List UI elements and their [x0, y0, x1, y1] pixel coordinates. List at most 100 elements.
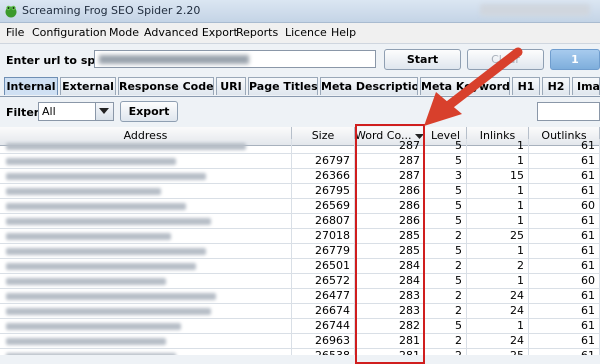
- level-cell: 2: [425, 229, 467, 243]
- table-row[interactable]: 2653828122561: [0, 349, 600, 355]
- tab-uri[interactable]: URI: [216, 77, 246, 95]
- blurred-address-text: [6, 188, 161, 195]
- tab-bar: Internal External Response Codes URI Pag…: [0, 76, 600, 97]
- url-toolbar: Enter url to spider: Start Clear 1: [0, 44, 600, 74]
- menu-file[interactable]: File: [6, 26, 24, 39]
- outlinks-cell: 61: [529, 319, 600, 333]
- size-cell: [292, 139, 355, 153]
- table-row[interactable]: 27018 285 2 25 61: [0, 229, 600, 244]
- size-cell: 26795: [292, 184, 355, 198]
- words-cell: 285: [355, 244, 425, 258]
- tab-images[interactable]: Images: [572, 77, 600, 95]
- words-cell: 282: [355, 319, 425, 333]
- words-cell: 283: [355, 304, 425, 318]
- tab-meta-description[interactable]: Meta Description: [320, 77, 418, 95]
- outlinks-cell: 61: [529, 214, 600, 228]
- search-input[interactable]: [537, 102, 600, 121]
- blurred-url-text: [99, 55, 249, 64]
- table-row[interactable]: 26963 281 2 24 61: [0, 334, 600, 349]
- inlinks-cell: 1: [467, 184, 529, 198]
- export-button[interactable]: Export: [120, 101, 178, 122]
- address-cell: [0, 319, 292, 333]
- inlinks-cell: 25: [467, 349, 529, 355]
- tab-meta-keywords[interactable]: Meta Keywords: [420, 77, 510, 95]
- words-cell: 281: [355, 334, 425, 348]
- table-row[interactable]: 26569 286 5 1 60: [0, 199, 600, 214]
- size-cell: 26477: [292, 289, 355, 303]
- size-cell: 26807: [292, 214, 355, 228]
- tab-internal[interactable]: Internal: [4, 77, 58, 95]
- progress-button[interactable]: 1: [550, 49, 600, 70]
- level-cell: 2: [425, 304, 467, 318]
- address-cell: [0, 199, 292, 213]
- blurred-address-text: [6, 263, 196, 270]
- start-button[interactable]: Start: [384, 49, 461, 70]
- menu-bar: File Configuration Mode Advanced Export …: [0, 23, 600, 44]
- menu-help[interactable]: Help: [331, 26, 356, 39]
- inlinks-cell: 1: [467, 139, 529, 153]
- address-cell: [0, 139, 292, 153]
- outlinks-cell: 61: [529, 229, 600, 243]
- address-cell: [0, 244, 292, 258]
- tab-external[interactable]: External: [60, 77, 116, 95]
- clear-button[interactable]: Clear: [467, 49, 544, 70]
- level-cell: 5: [425, 274, 467, 288]
- filter-select[interactable]: All: [38, 102, 114, 121]
- size-cell: 26744: [292, 319, 355, 333]
- address-cell: [0, 229, 292, 243]
- tab-h1[interactable]: H1: [512, 77, 540, 95]
- table-row[interactable]: 287 5 1 61: [0, 139, 600, 154]
- table-row[interactable]: 26779 285 5 1 61: [0, 244, 600, 259]
- level-cell: 3: [425, 169, 467, 183]
- inlinks-cell: 1: [467, 214, 529, 228]
- tab-page-titles[interactable]: Page Titles: [248, 77, 318, 95]
- table-row[interactable]: 26795 286 5 1 61: [0, 184, 600, 199]
- words-cell: 287: [355, 154, 425, 168]
- url-input[interactable]: [94, 50, 376, 68]
- outlinks-cell: 60: [529, 199, 600, 213]
- blurred-browser-tab: [480, 4, 590, 16]
- address-cell: [0, 274, 292, 288]
- menu-reports[interactable]: Reports: [236, 26, 278, 39]
- level-cell: 2: [425, 259, 467, 273]
- size-cell: 26572: [292, 274, 355, 288]
- table-row[interactable]: 26807 286 5 1 61: [0, 214, 600, 229]
- title-bar: Screaming Frog SEO Spider 2.20: [0, 0, 600, 23]
- words-cell: 286: [355, 199, 425, 213]
- inlinks-cell: 1: [467, 244, 529, 258]
- outlinks-cell: 61: [529, 139, 600, 153]
- level-cell: 5: [425, 244, 467, 258]
- blurred-address-text: [6, 158, 176, 165]
- table-row[interactable]: 26477 283 2 24 61: [0, 289, 600, 304]
- menu-configuration[interactable]: Configuration: [32, 26, 107, 39]
- blurred-address-text: [6, 323, 181, 330]
- words-cell: 286: [355, 214, 425, 228]
- address-cell: [0, 184, 292, 198]
- address-cell: [0, 169, 292, 183]
- address-cell: [0, 334, 292, 348]
- words-cell: 283: [355, 289, 425, 303]
- blurred-address-text: [6, 248, 206, 255]
- dropdown-arrow-icon[interactable]: [95, 103, 113, 120]
- address-cell: [0, 349, 292, 355]
- table-row[interactable]: 26744 282 5 1 61: [0, 319, 600, 334]
- table-row[interactable]: 26366 287 3 15 61: [0, 169, 600, 184]
- menu-licence[interactable]: Licence: [285, 26, 327, 39]
- words-cell: 287: [355, 169, 425, 183]
- tab-response-codes[interactable]: Response Codes: [118, 77, 214, 95]
- table-row[interactable]: 26674 283 2 24 61: [0, 304, 600, 319]
- level-cell: 2: [425, 289, 467, 303]
- size-cell: 26797: [292, 154, 355, 168]
- table-row[interactable]: 26572 284 5 1 60: [0, 274, 600, 289]
- table-row[interactable]: 26797 287 5 1 61: [0, 154, 600, 169]
- table-row[interactable]: 26501 284 2 2 61: [0, 259, 600, 274]
- menu-mode[interactable]: Mode: [109, 26, 139, 39]
- outlinks-cell: 61: [529, 169, 600, 183]
- blurred-address-text: [6, 278, 166, 285]
- level-cell: 5: [425, 139, 467, 153]
- tab-h2[interactable]: H2: [542, 77, 570, 95]
- menu-advanced-export[interactable]: Advanced Export: [144, 26, 238, 39]
- size-cell: 26779: [292, 244, 355, 258]
- level-cell: 5: [425, 319, 467, 333]
- inlinks-cell: 24: [467, 334, 529, 348]
